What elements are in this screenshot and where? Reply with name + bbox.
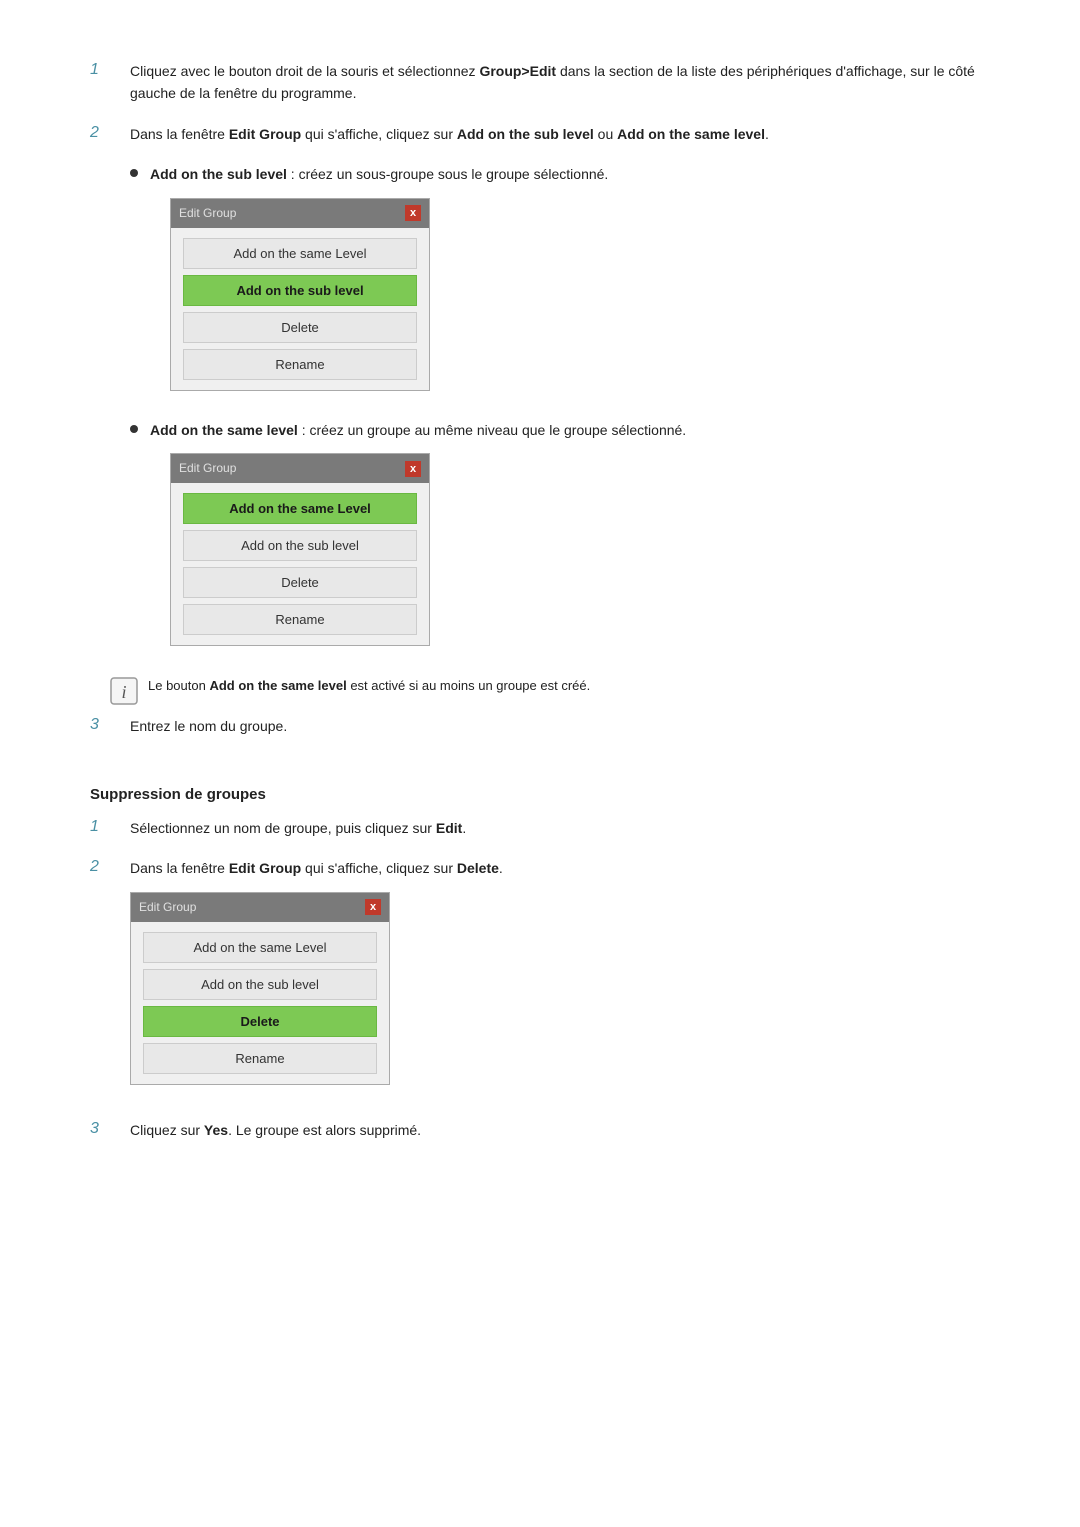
suppress-step-2-text: Dans la fenêtre Edit Group qui s'affiche… (130, 857, 990, 1101)
dialog-sub-level: Edit Group x Add on the same Level Add o… (170, 198, 430, 391)
dialog-title-bar-2: Edit Group x (171, 454, 429, 483)
rename-btn-1[interactable]: Rename (183, 349, 417, 380)
step-3-text: Entrez le nom du groupe. (130, 715, 990, 737)
note-text: Le bouton Add on the same level est acti… (148, 676, 590, 697)
add-same-level-btn-1[interactable]: Add on the same Level (183, 238, 417, 269)
step-1: 1 Cliquez avec le bouton droit de la sou… (90, 60, 990, 105)
bullet-dot-2 (130, 425, 138, 433)
bullet-1-text: Add on the sub level : créez un sous-gro… (150, 163, 990, 407)
add-sub-level-btn-1[interactable]: Add on the sub level (183, 275, 417, 306)
step-number-1: 1 (90, 60, 130, 79)
add-same-level-btn-3[interactable]: Add on the same Level (143, 932, 377, 963)
step-3: 3 Entrez le nom du groupe. (90, 715, 990, 737)
dialog-title-2: Edit Group (179, 459, 236, 478)
suppress-step-2: 2 Dans la fenêtre Edit Group qui s'affic… (90, 857, 990, 1101)
step-2: 2 Dans la fenêtre Edit Group qui s'affic… (90, 123, 990, 145)
bullet-section: Add on the sub level : créez un sous-gro… (130, 163, 990, 662)
dialog-close-2[interactable]: x (405, 461, 421, 477)
page-content: 1 Cliquez avec le bouton droit de la sou… (90, 60, 990, 1141)
section-heading-suppression: Suppression de groupes (90, 786, 990, 803)
bullet-dot-1 (130, 169, 138, 177)
delete-btn-3[interactable]: Delete (143, 1006, 377, 1037)
step-1-text: Cliquez avec le bouton droit de la souri… (130, 60, 990, 105)
suppress-step-number-2: 2 (90, 857, 130, 876)
add-sub-level-btn-3[interactable]: Add on the sub level (143, 969, 377, 1000)
dialog-delete: Edit Group x Add on the same Level Add o… (130, 892, 390, 1085)
rename-btn-3[interactable]: Rename (143, 1043, 377, 1074)
step-number-3: 3 (90, 715, 130, 734)
step-number-2: 2 (90, 123, 130, 142)
suppress-step-number-3: 3 (90, 1119, 130, 1138)
note-icon: i (110, 677, 138, 705)
suppress-step-1: 1 Sélectionnez un nom de groupe, puis cl… (90, 817, 990, 839)
dialog-title-3: Edit Group (139, 898, 196, 917)
add-same-level-btn-2[interactable]: Add on the same Level (183, 493, 417, 524)
add-sub-level-btn-2[interactable]: Add on the sub level (183, 530, 417, 561)
bullet-2: Add on the same level : créez un groupe … (130, 419, 990, 663)
dialog-title-bar-1: Edit Group x (171, 199, 429, 228)
delete-btn-2[interactable]: Delete (183, 567, 417, 598)
bullet-2-text: Add on the same level : créez un groupe … (150, 419, 990, 663)
dialog-close-3[interactable]: x (365, 899, 381, 915)
dialog-same-level: Edit Group x Add on the same Level Add o… (170, 453, 430, 646)
bullet-1: Add on the sub level : créez un sous-gro… (130, 163, 990, 407)
dialog-body-1: Add on the same Level Add on the sub lev… (171, 228, 429, 390)
dialog-title-1: Edit Group (179, 204, 236, 223)
svg-text:i: i (121, 682, 126, 702)
rename-btn-2[interactable]: Rename (183, 604, 417, 635)
dialog-close-1[interactable]: x (405, 205, 421, 221)
delete-btn-1[interactable]: Delete (183, 312, 417, 343)
dialog-title-bar-3: Edit Group x (131, 893, 389, 922)
suppress-step-number-1: 1 (90, 817, 130, 836)
suppress-step-3: 3 Cliquez sur Yes. Le groupe est alors s… (90, 1119, 990, 1141)
note-box: i Le bouton Add on the same level est ac… (110, 676, 970, 705)
dialog-body-2: Add on the same Level Add on the sub lev… (171, 483, 429, 645)
suppress-step-1-text: Sélectionnez un nom de groupe, puis cliq… (130, 817, 990, 839)
dialog-body-3: Add on the same Level Add on the sub lev… (131, 922, 389, 1084)
step-2-text: Dans la fenêtre Edit Group qui s'affiche… (130, 123, 990, 145)
suppress-step-3-text: Cliquez sur Yes. Le groupe est alors sup… (130, 1119, 990, 1141)
